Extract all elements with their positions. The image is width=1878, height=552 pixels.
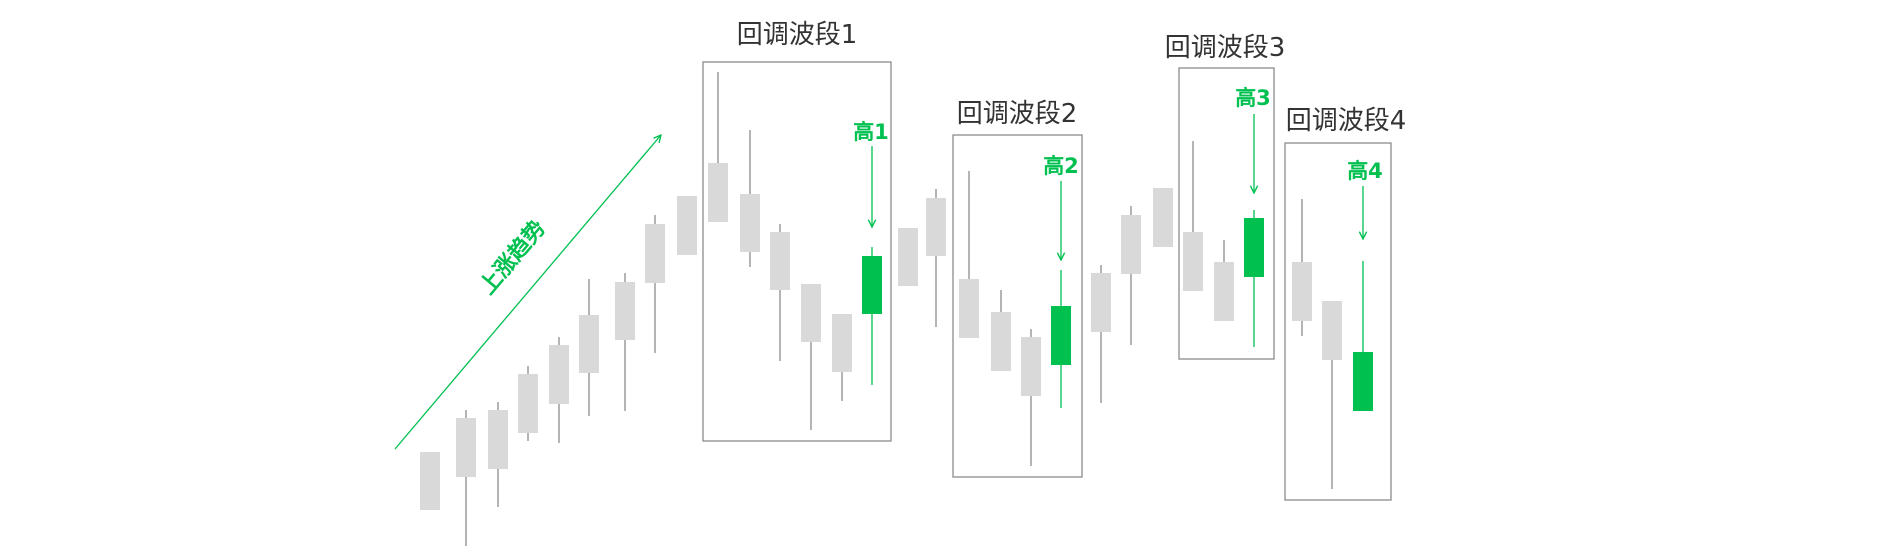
candle-16 [898,228,918,286]
candle-body [862,256,882,314]
candle-20 [1021,329,1041,466]
candle-9 [677,196,697,255]
candle-body [1121,215,1141,274]
candle-11 [740,130,760,267]
high-label: 高1 [853,120,889,144]
candle-26 [1214,240,1234,321]
candle-body [615,282,635,340]
segment-title: 回调波段2 [957,99,1078,129]
candle-body [549,345,569,404]
candle-21 [1051,270,1071,408]
candle-body [926,198,946,256]
candle-17 [926,189,946,327]
uptrend-label: 上涨趋势 [474,215,550,299]
candle-25 [1183,141,1203,291]
high-label: 高4 [1347,159,1383,183]
candle-body [1244,218,1264,277]
candle-body [1292,262,1312,321]
candle-body [1091,273,1111,332]
candle-body [1153,188,1173,247]
candle-19 [991,290,1011,371]
candle-body [518,374,538,433]
candle-body [740,194,760,252]
candle-body [1214,262,1234,321]
candle-body [959,279,979,338]
candle-6 [579,279,599,416]
candle-13 [801,284,821,430]
candle-body [991,312,1011,371]
candle-body [488,410,508,469]
high-label: 高3 [1235,86,1271,110]
candle-12 [770,224,790,361]
candle-28 [1292,199,1312,336]
candle-2 [456,410,476,546]
candle-body [645,224,665,283]
candle-body [1322,301,1342,360]
segment-title: 回调波段1 [737,20,858,50]
candle-22 [1091,265,1111,403]
candle-18 [959,171,979,338]
candle-body [770,232,790,290]
candle-body [801,284,821,342]
segment-1: 回调波段1 高1 [702,20,892,442]
candle-body [1021,337,1041,396]
candle-24 [1153,188,1173,247]
segment-title: 回调波段3 [1165,33,1286,63]
candle-body [1353,352,1373,411]
candle-27 [1244,210,1264,347]
candle-4 [518,366,538,441]
candle-15 [862,247,882,385]
candle-23 [1121,206,1141,345]
candle-1 [420,452,440,510]
segment-title: 回调波段4 [1286,106,1407,136]
pullback-diagram: 上涨趋势 回调波段1 高1 回调波段2 高2 回调波段3 高3 回调波段4 高4 [394,20,1407,546]
candle-body [456,418,476,477]
candle-body [898,228,918,286]
segment-box [702,61,892,442]
candle-body [420,452,440,510]
candle-body [1183,232,1203,291]
candle-8 [645,215,665,353]
candle-body [1051,306,1071,365]
candle-7 [615,273,635,411]
candle-14 [832,314,852,401]
candle-body [677,196,697,255]
high-label: 高2 [1043,154,1079,178]
candle-body [579,315,599,373]
candle-5 [549,337,569,443]
candles [420,72,1373,546]
candle-30 [1353,261,1373,411]
candle-body [832,314,852,372]
candle-29 [1322,301,1342,489]
candle-3 [488,402,508,507]
candle-body [708,163,728,222]
candle-10 [708,72,728,222]
